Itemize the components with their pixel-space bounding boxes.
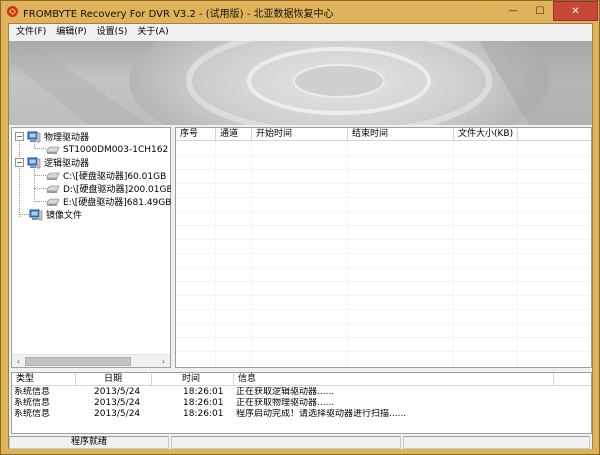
menu-file[interactable]: 文件(F) (11, 24, 51, 40)
log-row[interactable]: 系统信息 2013/5/24 18:26:01 正在获取逻辑驱动器...... (12, 387, 591, 398)
tree-label-logical: 逻辑驱动器 (44, 159, 90, 169)
log-time: 18:26:01 (183, 387, 224, 397)
computer-icon (27, 157, 41, 168)
grid-line (517, 141, 518, 367)
tree-horizontal-scrollbar[interactable]: ‹ › (12, 354, 170, 367)
menu-bar: 文件(F) 编辑(P) 设置(S) 关于(A) (9, 24, 592, 40)
window-title: FROMBYTE Recovery For DVR V3.2 - (试用版) -… (23, 9, 334, 20)
column-header-end-time[interactable]: 结束时间 (348, 128, 454, 141)
app-window: FROMBYTE Recovery For DVR V3.2 - (试用版) -… (0, 0, 600, 455)
menu-about[interactable]: 关于(A) (132, 24, 173, 40)
close-button[interactable]: ✕ (553, 1, 598, 21)
status-text: 程序就绪 (9, 436, 169, 449)
grid-line (176, 267, 591, 268)
log-row[interactable]: 系统信息 2013/5/24 18:26:01 程序启动完成！请选择驱动器进行扫… (12, 409, 591, 420)
scrollbar-thumb[interactable] (25, 357, 131, 366)
grid-line (176, 239, 591, 240)
minimize-button[interactable]: — (499, 1, 527, 21)
grid-line (176, 323, 591, 324)
hard-drive-icon (46, 172, 60, 180)
log-type: 系统信息 (14, 398, 51, 408)
tree-node-image[interactable]: 镜像文件 (29, 208, 82, 221)
grid-line (453, 141, 454, 367)
status-panel-progress (171, 436, 401, 449)
tree-node-logical[interactable]: − 逻辑驱动器 (15, 156, 89, 169)
grid-line (176, 309, 591, 310)
hard-drive-icon (46, 185, 60, 193)
tree-node-drive-c[interactable]: C:\[硬盘驱动器]60.01GB (46, 169, 166, 182)
status-bar: 程序就绪 (9, 436, 592, 449)
grid-line (176, 281, 591, 282)
tree-node-drive-d[interactable]: D:\[硬盘驱动器]200.01GB (46, 182, 173, 195)
grid-line (176, 183, 591, 184)
tree-label-drive-d: D:\[硬盘驱动器]200.01GB (63, 185, 173, 195)
column-header-channel[interactable]: 通道 (216, 128, 252, 141)
title-bar[interactable]: FROMBYTE Recovery For DVR V3.2 - (试用版) -… (1, 1, 599, 23)
scroll-right-icon[interactable]: › (157, 355, 170, 368)
column-header-file-size[interactable]: 文件大小(KB) (454, 128, 518, 141)
column-header-time[interactable]: 时间 (152, 373, 234, 386)
scroll-left-icon[interactable]: ‹ (12, 355, 25, 368)
tree-label-physical: 物理驱动器 (44, 133, 90, 143)
tree-label-drive-c: C:\[硬盘驱动器]60.01GB (63, 172, 167, 182)
column-header-start-time[interactable]: 开始时间 (252, 128, 348, 141)
grid-line (176, 351, 591, 352)
record-list[interactable]: 序号 通道 开始时间 结束时间 文件大小(KB) (175, 127, 592, 368)
tree-node-physical[interactable]: − 物理驱动器 (15, 130, 89, 143)
grid-line (176, 197, 591, 198)
log-date: 2013/5/24 (94, 409, 141, 419)
grid-line (176, 253, 591, 254)
grid-line (176, 225, 591, 226)
tree-label-image: 镜像文件 (46, 211, 83, 221)
status-panel-extra (403, 436, 590, 449)
log-time: 18:26:01 (183, 398, 224, 408)
computer-icon (29, 209, 43, 220)
column-header-info[interactable]: 信息 (234, 373, 554, 386)
minimize-icon: — (508, 6, 518, 16)
grid-line (176, 211, 591, 212)
hard-drive-icon (46, 146, 60, 154)
grid-line (176, 155, 591, 156)
record-list-header: 序号 通道 开始时间 结束时间 文件大小(KB) (176, 128, 591, 141)
client-area: 文件(F) 编辑(P) 设置(S) 关于(A) − 物理驱动器 ST1000DM… (8, 23, 593, 449)
hard-drive-icon (46, 198, 60, 206)
close-icon: ✕ (571, 5, 580, 17)
maximize-icon: ☐ (535, 5, 545, 17)
log-row[interactable]: 系统信息 2013/5/24 18:26:01 正在获取物理驱动器...... (12, 398, 591, 409)
maximize-button[interactable]: ☐ (527, 1, 553, 21)
grid-line (215, 141, 216, 367)
grid-line (347, 141, 348, 367)
grid-line (176, 169, 591, 170)
disk-platter-graphic (9, 41, 592, 125)
collapse-icon[interactable]: − (15, 158, 24, 167)
grid-line (176, 295, 591, 296)
banner-image (9, 41, 592, 125)
log-type: 系统信息 (14, 409, 51, 419)
column-header-index[interactable]: 序号 (176, 128, 216, 141)
tree-label-drive-e: E:\[硬盘驱动器]681.49GB (63, 198, 172, 208)
grid-line (251, 141, 252, 367)
column-header-type[interactable]: 类型 (12, 373, 76, 386)
log-list-header: 类型 日期 时间 信息 (12, 373, 591, 386)
tree-node-physical-disk[interactable]: ST1000DM003-1CH162 (931 (46, 143, 192, 156)
log-time: 18:26:01 (183, 409, 224, 419)
menu-settings[interactable]: 设置(S) (92, 24, 133, 40)
drive-tree[interactable]: − 物理驱动器 ST1000DM003-1CH162 (931 − 逻辑驱动器 … (11, 127, 192, 368)
log-info: 正在获取逻辑驱动器...... (236, 387, 335, 397)
log-info: 正在获取物理驱动器...... (236, 398, 335, 408)
log-list[interactable]: 类型 日期 时间 信息 系统信息 2013/5/24 18:26:01 正在获取… (11, 372, 592, 434)
log-date: 2013/5/24 (94, 398, 141, 408)
computer-icon (27, 131, 41, 142)
menu-edit[interactable]: 编辑(P) (51, 24, 91, 40)
log-date: 2013/5/24 (94, 387, 141, 397)
tree-node-drive-e[interactable]: E:\[硬盘驱动器]681.49GB (46, 195, 171, 208)
collapse-icon[interactable]: − (15, 132, 24, 141)
app-logo-icon (7, 6, 18, 17)
log-type: 系统信息 (14, 387, 51, 397)
column-header-date[interactable]: 日期 (76, 373, 152, 386)
grid-line (176, 337, 591, 338)
log-info: 程序启动完成！请选择驱动器进行扫描...... (236, 409, 407, 419)
